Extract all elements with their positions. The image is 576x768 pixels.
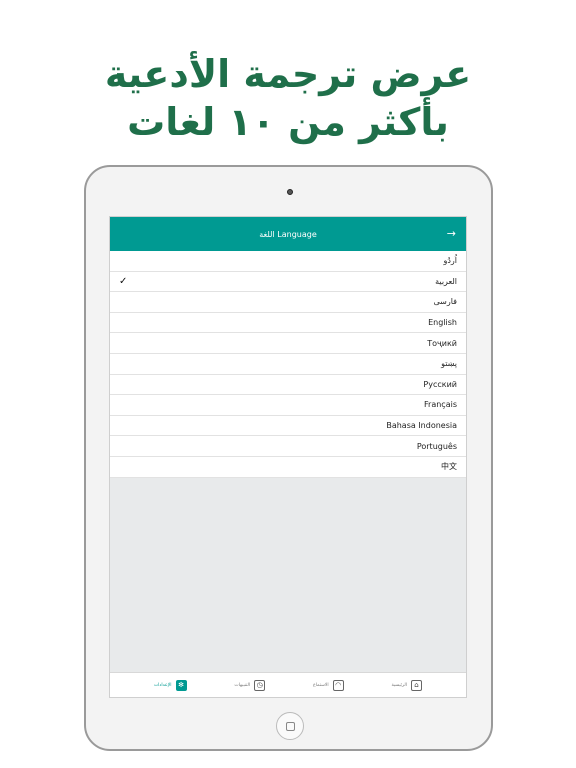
promo-headline: عرض ترجمة الأدعية بأكثر من ١٠ لغات <box>0 50 576 146</box>
language-label: العربية <box>435 276 457 286</box>
language-label: پښتو <box>441 359 457 369</box>
headline-line-2: بأكثر من ١٠ لغات <box>127 100 449 144</box>
home-hardware-button[interactable] <box>276 712 304 740</box>
language-label: English <box>428 318 457 328</box>
app-screen: اللغة Language → اُردُو ✓ العربية فارسی Engl… <box>109 216 467 698</box>
language-row[interactable]: فارسی <box>110 292 466 313</box>
tab-label: الاستماع <box>313 682 329 688</box>
language-row[interactable]: Тоҷикӣ <box>110 333 466 354</box>
arrow-right-icon[interactable]: → <box>447 228 456 239</box>
tab-label: التنبيهات <box>234 682 251 688</box>
language-row[interactable]: Português <box>110 436 466 457</box>
language-label: Русский <box>423 379 457 389</box>
page-title: اللغة Language <box>259 229 317 239</box>
language-row[interactable]: اُردُو <box>110 251 466 272</box>
home-button-square-icon <box>285 721 295 731</box>
language-row[interactable]: Русский <box>110 375 466 396</box>
language-row[interactable]: Français <box>110 395 466 416</box>
headline-line-1: عرض ترجمة الأدعية <box>104 52 472 96</box>
camera-icon <box>287 189 293 195</box>
language-label: فارسی <box>433 297 458 307</box>
tab-home[interactable]: الرئيسية ⌂ <box>391 679 423 691</box>
language-label: Bahasa Indonesia <box>386 421 457 431</box>
tab-bar: الرئيسية ⌂ الاستماع ◠ التنبيهات ◷ الإعدادات ✻ <box>110 672 466 697</box>
language-row[interactable]: ✓ العربية <box>110 272 466 293</box>
gear-icon: ✻ <box>175 679 187 691</box>
alarm-clock-icon: ◷ <box>254 679 266 691</box>
home-icon: ⌂ <box>411 679 423 691</box>
tab-headphones[interactable]: الاستماع ◠ <box>313 679 344 691</box>
language-label: 中文 <box>441 462 457 472</box>
language-row[interactable]: English <box>110 313 466 334</box>
language-row[interactable]: Bahasa Indonesia <box>110 416 466 437</box>
checkmark-icon: ✓ <box>119 275 128 287</box>
language-row[interactable]: پښتو <box>110 354 466 375</box>
headphones-icon: ◠ <box>332 679 344 691</box>
language-row[interactable]: 中文 <box>110 457 466 478</box>
language-list: اُردُو ✓ العربية فارسی English Тоҷикӣ پښتو Русс… <box>110 251 466 478</box>
language-label: Тоҷикӣ <box>427 338 457 348</box>
nav-bar: اللغة Language → <box>110 217 466 251</box>
tab-alarm-clock[interactable]: التنبيهات ◷ <box>234 679 266 691</box>
tab-label: الرئيسية <box>391 682 408 688</box>
language-label: Français <box>424 400 457 410</box>
tab-label: الإعدادات <box>153 682 172 688</box>
language-label: اُردُو <box>443 256 457 266</box>
tab-gear[interactable]: الإعدادات ✻ <box>153 679 187 691</box>
language-label: Português <box>416 441 457 451</box>
